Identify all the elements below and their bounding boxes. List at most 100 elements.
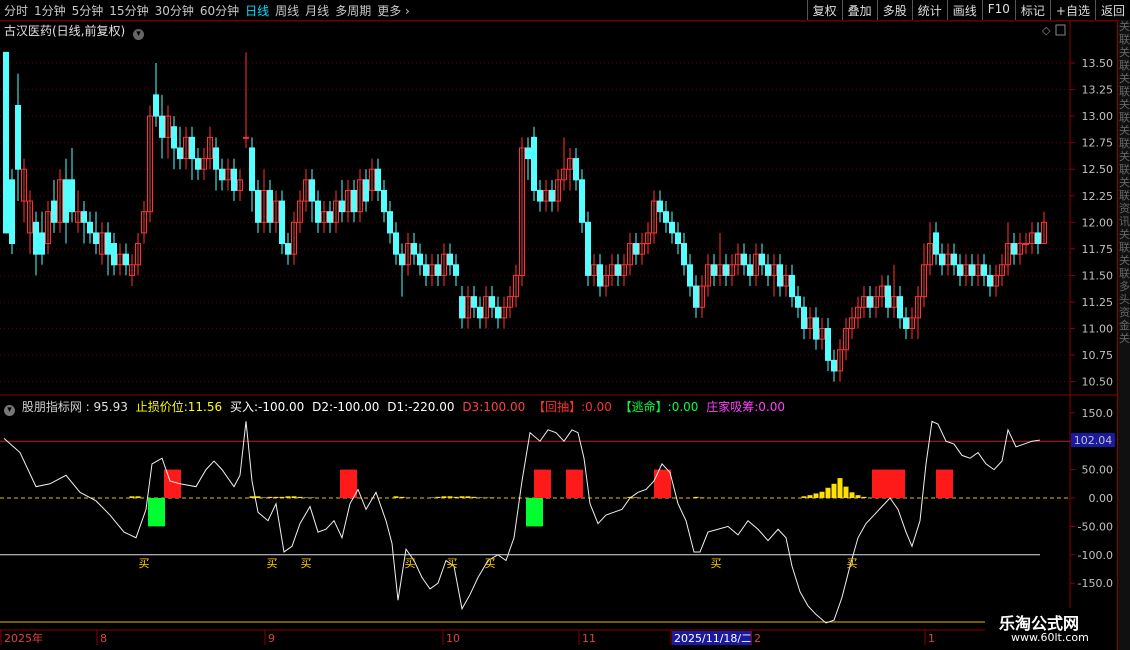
accum-bar <box>837 478 843 498</box>
date-label: 8 <box>100 632 107 645</box>
price-tick-label: 12.75 <box>1082 137 1114 150</box>
accum-bar <box>309 497 315 498</box>
candle-body <box>723 264 729 276</box>
candle-body <box>585 221 591 276</box>
buy-marker: 买 <box>485 557 496 570</box>
strip-char: 联 <box>1119 163 1130 176</box>
candle-body <box>63 179 69 223</box>
price-tick-label: 11.00 <box>1082 323 1114 336</box>
accum-bar <box>135 496 141 498</box>
strip-char: 联 <box>1119 111 1130 124</box>
red-signal <box>872 469 889 498</box>
accum-bar <box>435 496 441 498</box>
accum-bar <box>633 497 639 498</box>
date-label: 10 <box>446 632 460 645</box>
strip-char: 联 <box>1119 189 1130 202</box>
red-signal <box>534 469 551 498</box>
ind-tick-label: -150.0 <box>1078 577 1113 590</box>
price-tick-label: 11.25 <box>1082 296 1114 309</box>
candle-body <box>93 232 99 245</box>
buy-marker: 买 <box>447 557 458 570</box>
accum-bar <box>693 496 699 498</box>
candle-body <box>597 264 603 287</box>
ind-tick-label: -50.00 <box>1078 520 1113 533</box>
price-tick-label: 12.25 <box>1082 190 1114 203</box>
candle-body <box>741 253 747 266</box>
candle-body <box>219 168 225 181</box>
accum-bar <box>459 496 465 498</box>
candle-body <box>489 296 495 308</box>
candle-body <box>903 317 909 330</box>
strip-char: 联 <box>1119 59 1130 72</box>
candle-body <box>285 243 291 255</box>
price-tick-label: 13.25 <box>1082 84 1114 97</box>
candle-body <box>447 253 453 266</box>
price-tick-label: 11.75 <box>1082 243 1114 256</box>
kline-chart[interactable]: 13.50 13.25 13.00 12.75 12.50 12.25 12.00 11.75… <box>0 0 1130 650</box>
right-info-strip: 关联关联关联关联关联关联关联资讯关联关联多头资金关 <box>1117 20 1130 650</box>
date-label: 1 <box>928 632 935 645</box>
accum-bar <box>267 496 273 498</box>
candle-body <box>633 243 639 255</box>
accum-bar <box>249 496 255 498</box>
date-label: 11 <box>582 632 596 645</box>
strip-char: 关 <box>1119 254 1130 267</box>
candle-body <box>525 147 531 160</box>
candle-body <box>987 274 993 287</box>
strip-char: 讯 <box>1119 215 1130 228</box>
candle-body <box>573 158 579 181</box>
candle-body <box>81 211 87 223</box>
candle-body <box>453 264 459 276</box>
buy-marker: 买 <box>847 557 858 570</box>
candle-body <box>399 253 405 266</box>
red-signal <box>888 469 905 498</box>
candle-body <box>663 211 669 223</box>
candle-body <box>15 104 21 170</box>
candle-body <box>867 296 873 308</box>
candle-body <box>189 136 195 160</box>
candle-body <box>459 296 465 319</box>
candle-body <box>231 168 237 191</box>
candle-body <box>933 232 939 255</box>
buy-marker: 买 <box>711 557 722 570</box>
buy-marker: 买 <box>301 557 312 570</box>
strip-char: 联 <box>1119 267 1130 280</box>
accum-bar <box>825 487 831 498</box>
ind-tick-label: 0.00 <box>1089 492 1114 505</box>
accum-bar <box>405 497 411 498</box>
strip-char: 关 <box>1119 20 1130 33</box>
candle-body <box>363 179 369 202</box>
candle-body <box>327 211 333 223</box>
accum-bar <box>813 493 819 498</box>
candle-body <box>255 189 261 223</box>
window-icon <box>1055 24 1066 36</box>
candle-body <box>897 296 903 319</box>
accum-bar <box>489 497 495 498</box>
candle-body <box>375 168 381 191</box>
accum-bar <box>291 496 297 498</box>
accum-bar <box>477 497 483 498</box>
strip-char: 关 <box>1119 176 1130 189</box>
candle-body <box>711 264 717 276</box>
accum-bar <box>441 496 447 498</box>
price-tick-label: 13.50 <box>1082 57 1114 70</box>
accum-bar <box>447 496 453 498</box>
candle-body <box>213 147 219 170</box>
strip-char: 资 <box>1119 202 1130 215</box>
candle-body <box>813 317 819 340</box>
strip-char: 头 <box>1119 293 1130 306</box>
candle-body <box>171 126 177 149</box>
candle-body <box>675 232 681 245</box>
strip-char: 关 <box>1119 124 1130 137</box>
accum-bar <box>297 496 303 498</box>
accum-bar <box>849 492 855 498</box>
candle-body <box>1011 243 1017 255</box>
value-badge-text: 102.04 <box>1074 434 1113 447</box>
candle-body <box>279 200 285 245</box>
green-signal <box>148 498 165 527</box>
buy-marker: 买 <box>405 557 416 570</box>
candle-body <box>267 189 273 223</box>
accum-bar <box>861 496 867 498</box>
candle-body <box>537 189 543 202</box>
candle-body <box>669 221 675 234</box>
